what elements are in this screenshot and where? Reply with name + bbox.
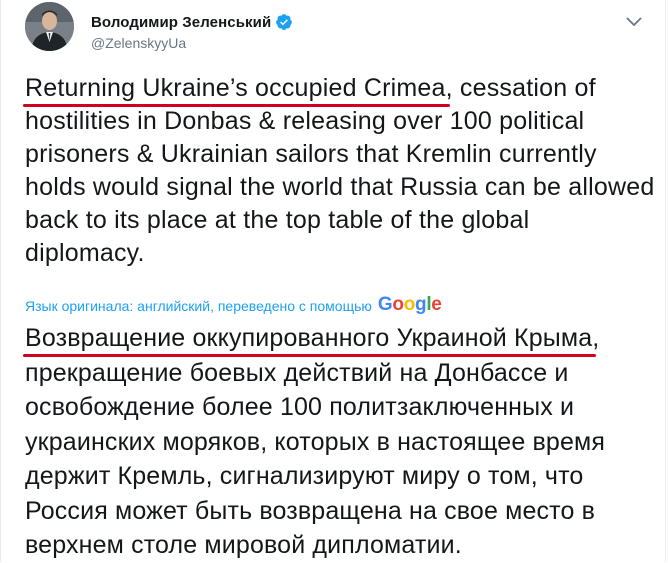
tweet-text-rest: , cessation of hostilities in Donbas & r… [25, 74, 655, 267]
translation-meta-label[interactable]: Язык оригинала: английский, переведено с… [25, 298, 372, 314]
verified-badge-icon [275, 13, 293, 31]
author-name-row: Володимир Зеленський [91, 13, 293, 31]
tweet-menu-button[interactable] [625, 15, 643, 29]
author-display-name[interactable]: Володимир Зеленський [91, 14, 271, 31]
chevron-down-icon [626, 17, 642, 26]
profile-photo-avatar-icon [25, 2, 74, 51]
google-logo: Google [377, 294, 442, 315]
avatar[interactable] [25, 2, 74, 51]
author-handle[interactable]: @ZelenskyyUa [91, 35, 186, 51]
tweet-card: Володимир Зеленський @ZelenskyyUa Return… [0, 0, 666, 562]
translated-text-rest: , прекращение боевых действий на Донбасс… [25, 324, 606, 559]
translated-tweet-text: Возвращение оккупированного Украиной Кры… [25, 321, 645, 563]
translation-attribution[interactable]: Язык оригинала: английский, переведено с… [25, 294, 442, 315]
highlighted-phrase-en: Returning Ukraine’s occupied Crimea [25, 74, 446, 102]
highlighted-phrase-ru: Возвращение оккупированного Украиной Кры… [25, 324, 593, 352]
tweet-text: Returning Ukraine’s occupied Crimea, ces… [25, 72, 655, 270]
